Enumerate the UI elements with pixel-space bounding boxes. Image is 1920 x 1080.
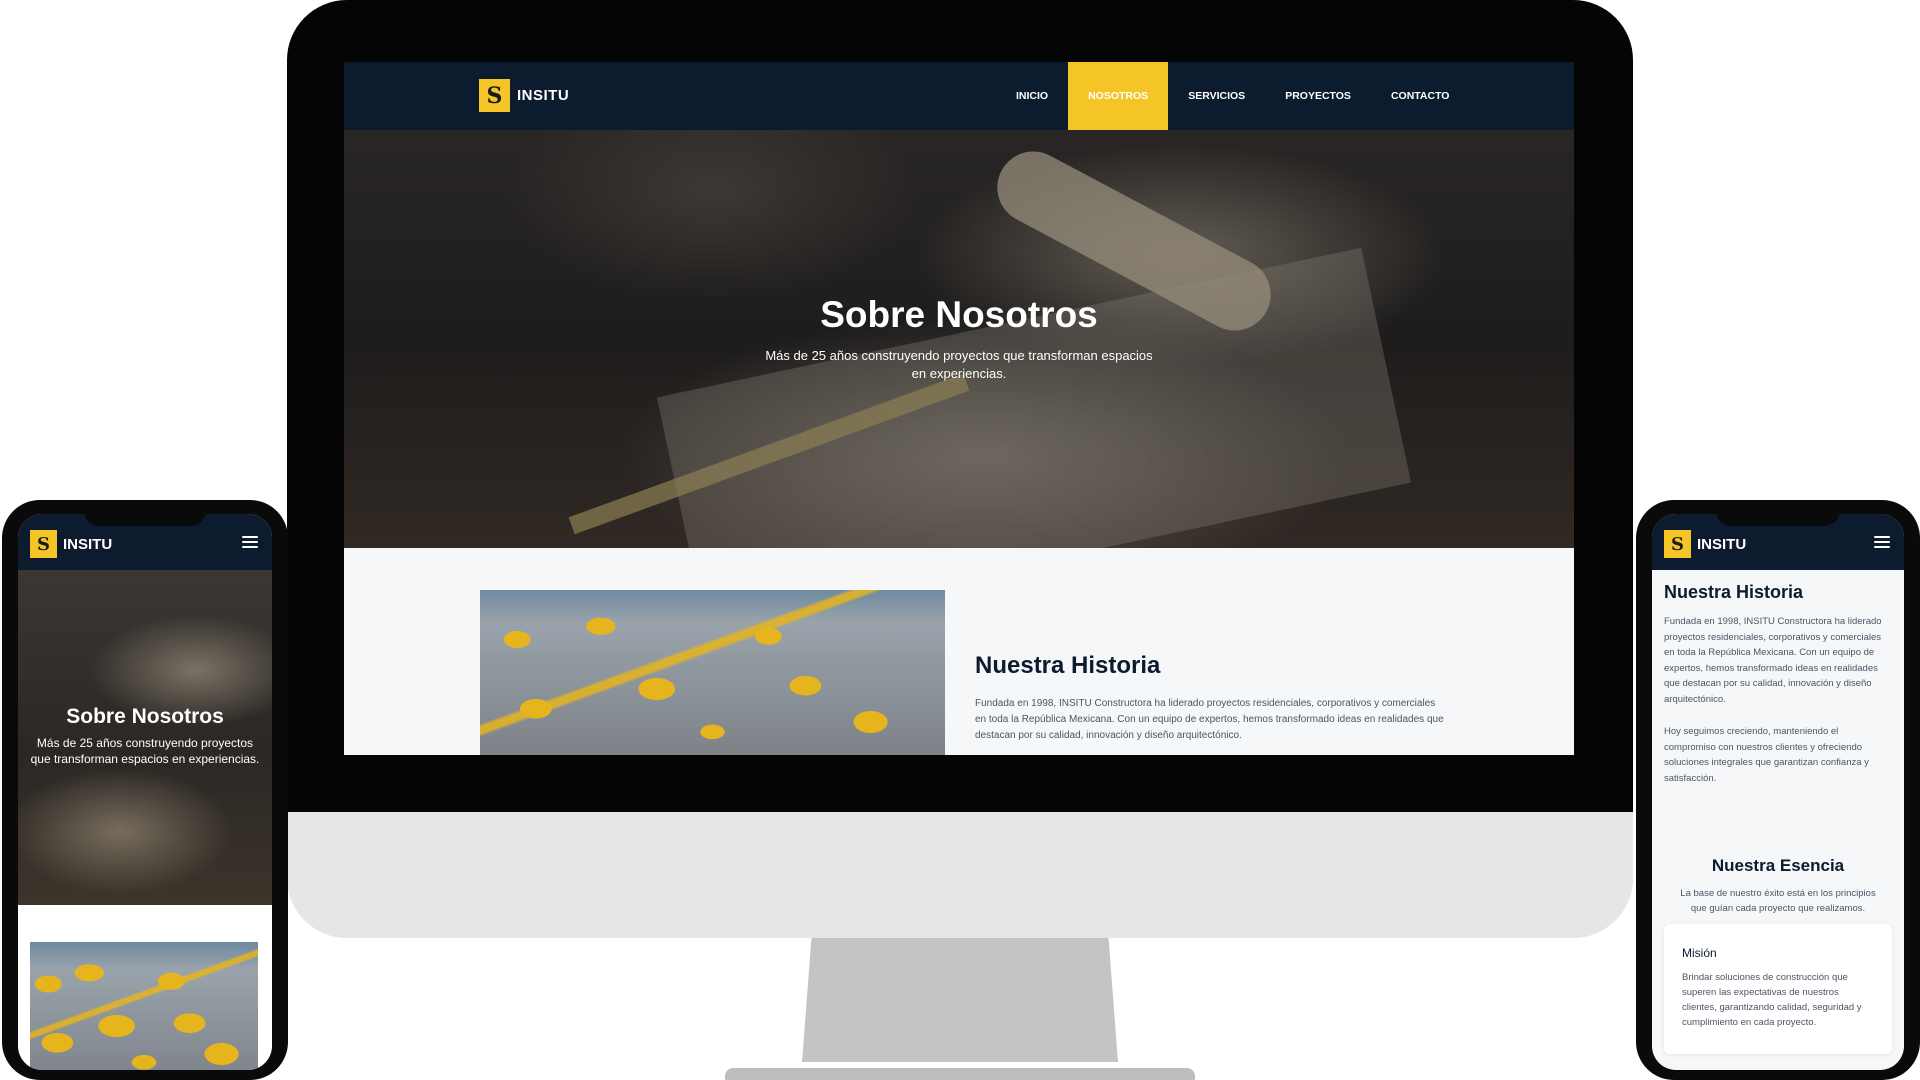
logo-icon: S xyxy=(1664,530,1691,558)
brand-name: INSITU xyxy=(63,535,113,553)
hero-title: Sobre Nosotros xyxy=(820,294,1098,335)
mobile-hero-banner: Sobre Nosotros Más de 25 años construyen… xyxy=(18,570,272,905)
nav-item-nosotros[interactable]: NOSOTROS xyxy=(1068,62,1169,130)
desktop-screen: S INSITU INICIO NOSOTROS SERVICIOS PROYE… xyxy=(344,62,1574,755)
brand-logo[interactable]: S INSITU xyxy=(479,79,569,112)
mision-card-title: Misión xyxy=(1682,946,1717,960)
nav-item-contacto[interactable]: CONTACTO xyxy=(1371,62,1470,130)
logo-icon: S xyxy=(479,79,510,112)
left-phone-frame: S INSITU Sobre Nosotros Más de 25 años c… xyxy=(2,500,288,1080)
construction-machinery-image xyxy=(30,942,258,1070)
brand-logo[interactable]: S INSITU xyxy=(30,530,112,558)
esencia-title: Nuestra Esencia xyxy=(1711,856,1845,875)
historia-paragraph: Fundada en 1998, INSITU Constructora ha … xyxy=(1664,616,1882,705)
hero-overlay xyxy=(344,130,1574,548)
hero-subtitle: Más de 25 años construyendo proyectos qu… xyxy=(30,736,260,766)
monitor-stand xyxy=(802,938,1118,1062)
nav-item-inicio[interactable]: INICIO xyxy=(996,62,1068,130)
hamburger-menu-icon[interactable] xyxy=(242,536,258,548)
monitor-stand-base xyxy=(725,1068,1195,1080)
logo-icon: S xyxy=(30,530,57,558)
left-phone-screen: S INSITU Sobre Nosotros Más de 25 años c… xyxy=(18,514,272,1070)
historia-section: Nuestra Historia Fundada en 1998, INSITU… xyxy=(344,548,1574,755)
phone-notch xyxy=(1716,500,1840,526)
brand-name: INSITU xyxy=(1697,535,1747,553)
historia-title: Nuestra Historia xyxy=(1664,582,1804,602)
hero-subtitle: Más de 25 años construyendo proyectos qu… xyxy=(765,348,1153,381)
esencia-subtitle: La base de nuestro éxito está en los pri… xyxy=(1680,888,1876,914)
phone-notch xyxy=(84,500,206,526)
hamburger-menu-icon[interactable] xyxy=(1874,536,1890,548)
hero-title: Sobre Nosotros xyxy=(66,705,224,728)
right-phone-frame: S INSITU Nuestra Historia Fundada en 199… xyxy=(1636,500,1920,1080)
brand-logo[interactable]: S INSITU xyxy=(1664,530,1746,558)
mision-card: Misión Brindar soluciones de construcció… xyxy=(1664,924,1892,1054)
device-mockup-stage: S INSITU INICIO NOSOTROS SERVICIOS PROYE… xyxy=(0,0,1920,1080)
nav-item-servicios[interactable]: SERVICIOS xyxy=(1168,62,1265,130)
desktop-navbar: S INSITU INICIO NOSOTROS SERVICIOS PROYE… xyxy=(344,62,1574,130)
hero-banner: Sobre Nosotros Más de 25 años construyen… xyxy=(344,130,1574,548)
historia-paragraph-2: Hoy seguimos creciendo, manteniendo el c… xyxy=(1664,726,1869,784)
construction-machinery-image xyxy=(480,590,945,755)
monitor-chin xyxy=(287,812,1633,938)
historia-title: Nuestra Historia xyxy=(975,652,1161,679)
historia-paragraph: Fundada en 1998, INSITU Constructora ha … xyxy=(975,698,1444,741)
right-phone-screen: S INSITU Nuestra Historia Fundada en 199… xyxy=(1652,514,1904,1070)
nav-item-proyectos[interactable]: PROYECTOS xyxy=(1265,62,1371,130)
brand-name: INSITU xyxy=(517,87,570,104)
desktop-nav-menu: INICIO NOSOTROS SERVICIOS PROYECTOS CONT… xyxy=(996,62,1469,130)
mision-card-text: Brindar soluciones de construcción que s… xyxy=(1682,972,1862,1028)
